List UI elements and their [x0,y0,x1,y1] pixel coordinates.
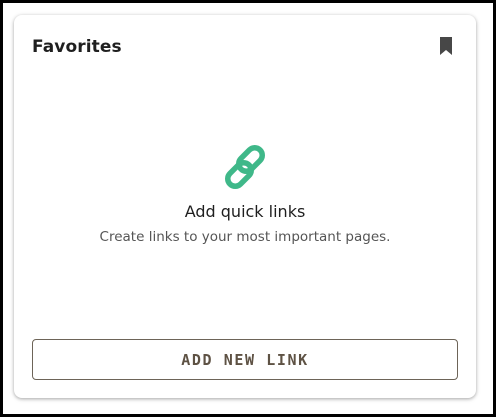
card-title: Favorites [32,37,122,57]
empty-state-subtitle: Create links to your most important page… [99,229,391,245]
empty-state: Add quick links Create links to your mos… [14,143,476,245]
link-icon [225,145,265,189]
add-new-link-button[interactable]: ADD NEW LINK [32,339,458,380]
favorites-card: Favorites Add quick links Create links t… [14,15,476,398]
bookmark-icon[interactable] [439,37,453,55]
empty-state-title: Add quick links [184,202,306,221]
window-frame: Favorites Add quick links Create links t… [0,0,496,417]
